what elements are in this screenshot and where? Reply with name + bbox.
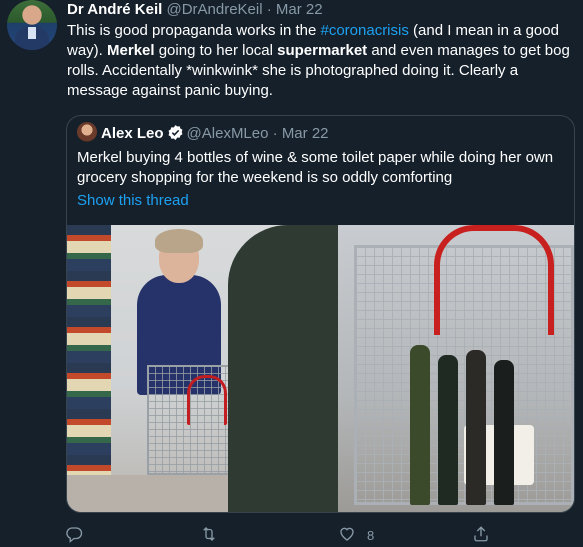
red-bag-closeup: [434, 225, 554, 335]
show-thread-link[interactable]: Show this thread: [77, 191, 189, 211]
photo-right-panel: [228, 225, 574, 512]
tweet-actions: 8: [0, 520, 583, 547]
quoted-header: Alex Leo @AlexMLeo · Mar 22: [77, 122, 329, 147]
retweet-button[interactable]: [200, 525, 218, 546]
reply-icon: [65, 525, 83, 546]
quoted-tweet-card[interactable]: Alex Leo @AlexMLeo · Mar 22 Merkel buying…: [66, 115, 575, 513]
avatar-shirt: [28, 27, 36, 39]
share-button[interactable]: [472, 525, 490, 546]
text-part: going to her local: [154, 42, 278, 59]
like-button[interactable]: 8: [338, 525, 374, 546]
bold-text: Merkel: [107, 42, 155, 59]
quoted-text: Merkel buying 4 bottles of wine & some t…: [77, 149, 554, 186]
wine-bottle: [438, 355, 458, 505]
wine-bottle: [494, 360, 514, 505]
heart-icon: [338, 525, 356, 546]
author-handle[interactable]: @DrAndreKeil: [166, 1, 262, 18]
bystander: [228, 225, 338, 512]
quoted-author-handle[interactable]: @AlexMLeo: [187, 125, 269, 142]
quoted-author-name[interactable]: Alex Leo: [101, 125, 164, 142]
quoted-date[interactable]: Mar 22: [282, 125, 329, 142]
tweet-date[interactable]: Mar 22: [276, 1, 323, 18]
separator: ·: [272, 125, 278, 142]
quoted-avatar[interactable]: [77, 122, 97, 142]
tweet-photo[interactable]: [67, 225, 574, 512]
tweet-text: This is good propaganda works in the #co…: [67, 21, 577, 101]
shopper-hair: [155, 229, 203, 253]
avatar[interactable]: [7, 0, 57, 50]
hashtag-link[interactable]: #coronacrisis: [320, 22, 408, 39]
text-part: This is good propaganda works in the: [67, 22, 321, 39]
share-icon: [472, 525, 490, 546]
reply-button[interactable]: [65, 525, 83, 546]
separator: ·: [266, 1, 272, 18]
verified-badge-icon: [167, 124, 184, 147]
red-bag: [187, 375, 227, 425]
retweet-icon: [200, 525, 218, 546]
like-count: 8: [367, 528, 375, 543]
store-shelf: [67, 225, 111, 512]
author-name[interactable]: Dr André Keil: [67, 1, 162, 18]
wine-bottle: [410, 345, 430, 505]
bold-text: supermarket: [277, 42, 368, 59]
tweet-header: Dr André Keil @DrAndreKeil · Mar 22: [67, 0, 323, 19]
wine-bottle: [466, 350, 486, 505]
